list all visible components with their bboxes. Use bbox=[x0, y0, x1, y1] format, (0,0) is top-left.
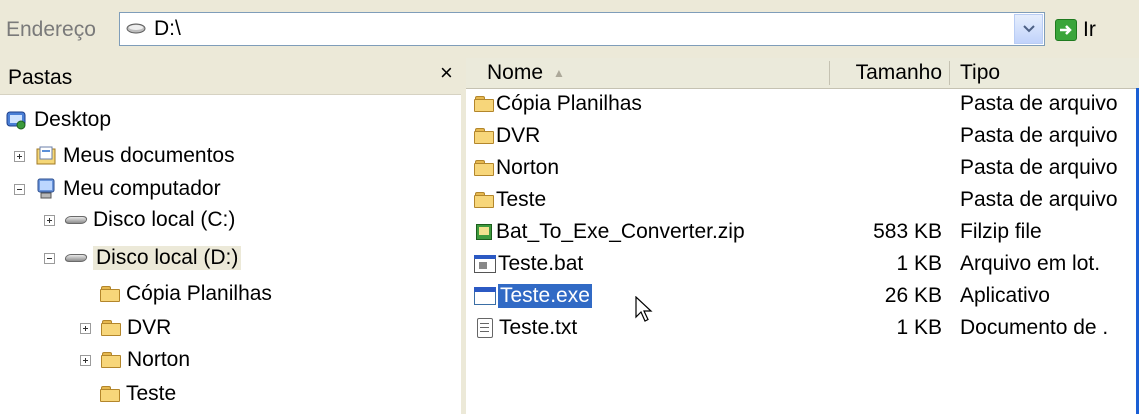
mouse-cursor-icon bbox=[635, 296, 653, 322]
desktop-icon bbox=[6, 111, 26, 130]
address-value: D:\ bbox=[154, 17, 181, 40]
file-name: Teste.exe bbox=[498, 284, 592, 308]
tree-item-drive-c[interactable]: Disco local (C:) bbox=[44, 204, 235, 236]
list-item[interactable]: Bat_To_Exe_Converter.zip 583 KB Filzip f… bbox=[466, 216, 1139, 248]
tree-item-label: DVR bbox=[127, 316, 172, 339]
folder-icon bbox=[474, 128, 494, 144]
column-header-bar: Nome ▲ Tamanho Tipo bbox=[466, 58, 1139, 89]
tree-item-label: Meu computador bbox=[63, 177, 221, 200]
file-size: 26 KB bbox=[884, 284, 942, 307]
collapse-icon[interactable] bbox=[44, 252, 55, 264]
file-list: Nome ▲ Tamanho Tipo Cópia Planilhas Past… bbox=[466, 58, 1139, 414]
list-item[interactable]: Teste Pasta de arquivo bbox=[466, 184, 1139, 216]
file-name: Teste bbox=[496, 188, 547, 211]
file-size bbox=[830, 184, 942, 216]
file-size bbox=[830, 152, 942, 184]
file-size bbox=[830, 88, 942, 120]
folder-icon bbox=[101, 352, 121, 368]
go-label: Ir bbox=[1083, 18, 1096, 41]
folder-icon bbox=[474, 160, 494, 176]
list-item-selected[interactable]: Teste.exe 26 KB Aplicativo bbox=[466, 280, 1139, 312]
file-type: Documento de . bbox=[960, 316, 1109, 339]
address-bar: Endereço D:\ Ir bbox=[0, 0, 1139, 59]
sort-ascending-icon: ▲ bbox=[553, 66, 565, 80]
tree-item-label: Norton bbox=[127, 348, 191, 371]
file-type: Pasta de arquivo bbox=[960, 92, 1118, 115]
file-name: DVR bbox=[496, 124, 541, 147]
close-icon[interactable]: × bbox=[440, 60, 453, 86]
my-computer-icon bbox=[37, 178, 55, 199]
folder-icon bbox=[474, 192, 494, 208]
folder-icon bbox=[100, 386, 120, 402]
tree-item-teste[interactable]: Teste bbox=[100, 378, 176, 410]
address-input[interactable]: D:\ bbox=[119, 12, 1045, 46]
tree-item-label: Desktop bbox=[34, 108, 112, 131]
list-item[interactable]: Teste.txt 1 KB Documento de . bbox=[466, 312, 1139, 344]
list-item[interactable]: Cópia Planilhas Pasta de arquivo bbox=[466, 88, 1139, 120]
tree-item-copia-planilhas[interactable]: Cópia Planilhas bbox=[100, 278, 272, 310]
tree-item-desktop[interactable]: Desktop bbox=[6, 104, 111, 136]
file-name: Bat_To_Exe_Converter.zip bbox=[496, 220, 745, 243]
file-type: Aplicativo bbox=[960, 284, 1050, 307]
column-header-size-label: Tamanho bbox=[855, 61, 942, 84]
file-size: 1 KB bbox=[896, 252, 942, 275]
tree-item-label: Disco local (C:) bbox=[93, 208, 236, 231]
go-arrow-icon bbox=[1055, 19, 1077, 41]
tree-item-label: Meus documentos bbox=[63, 144, 235, 167]
tree-item-label: Teste bbox=[126, 382, 177, 405]
drive-icon bbox=[63, 214, 89, 226]
folder-icon bbox=[101, 320, 121, 336]
column-header-type[interactable]: Tipo bbox=[960, 58, 1130, 88]
address-label: Endereço bbox=[6, 18, 96, 41]
batch-file-icon bbox=[474, 255, 496, 273]
folder-icon bbox=[100, 286, 120, 302]
file-size bbox=[830, 120, 942, 152]
list-item[interactable]: DVR Pasta de arquivo bbox=[466, 120, 1139, 152]
folders-title: Pastas bbox=[8, 66, 73, 89]
application-icon bbox=[474, 287, 496, 305]
tree-item-my-documents[interactable]: Meus documentos bbox=[14, 140, 235, 172]
drive-icon bbox=[126, 23, 146, 34]
tree-item-norton[interactable]: Norton bbox=[80, 344, 190, 376]
my-documents-icon bbox=[36, 146, 56, 165]
column-header-name-label: Nome bbox=[487, 61, 544, 84]
file-size: 583 KB bbox=[873, 220, 942, 243]
file-type: Arquivo em lot. bbox=[960, 252, 1101, 275]
file-name: Teste.txt bbox=[499, 316, 578, 339]
expand-icon[interactable] bbox=[44, 214, 55, 226]
tree-item-drive-d[interactable]: Disco local (D:) bbox=[44, 242, 242, 274]
file-name: Cópia Planilhas bbox=[496, 92, 642, 115]
folder-icon bbox=[474, 96, 494, 112]
file-type: Pasta de arquivo bbox=[960, 188, 1118, 211]
tree-item-dvr[interactable]: DVR bbox=[80, 312, 171, 344]
column-separator[interactable] bbox=[949, 61, 950, 85]
file-name: Norton bbox=[496, 156, 560, 179]
file-type: Filzip file bbox=[960, 220, 1042, 243]
expand-icon[interactable] bbox=[80, 322, 91, 334]
collapse-icon[interactable] bbox=[14, 183, 25, 195]
list-item[interactable]: Teste.bat 1 KB Arquivo em lot. bbox=[466, 248, 1139, 280]
chevron-down-icon bbox=[1022, 25, 1035, 33]
column-header-type-label: Tipo bbox=[960, 61, 1001, 84]
tree-item-my-computer[interactable]: Meu computador bbox=[14, 173, 221, 205]
file-type: Pasta de arquivo bbox=[960, 156, 1118, 179]
tree-item-label: Disco local (D:) bbox=[93, 246, 242, 270]
column-header-name[interactable]: Nome ▲ bbox=[487, 58, 827, 88]
expand-icon[interactable] bbox=[14, 150, 25, 162]
expand-icon[interactable] bbox=[80, 354, 91, 366]
column-header-size[interactable]: Tamanho bbox=[830, 58, 948, 88]
file-name: Teste.bat bbox=[498, 252, 584, 275]
go-button[interactable]: Ir bbox=[1055, 15, 1096, 45]
list-item[interactable]: Norton Pasta de arquivo bbox=[466, 152, 1139, 184]
zip-icon bbox=[474, 222, 494, 242]
file-size: 1 KB bbox=[896, 316, 942, 339]
text-file-icon bbox=[477, 318, 493, 338]
drive-icon bbox=[63, 252, 89, 264]
tree-item-label: Cópia Planilhas bbox=[126, 282, 272, 305]
file-type: Pasta de arquivo bbox=[960, 124, 1118, 147]
address-dropdown-button[interactable] bbox=[1014, 14, 1043, 44]
folders-header: Pastas × bbox=[0, 58, 461, 95]
folders-panel: Pastas × Desktop Meus documentos Meu com… bbox=[0, 58, 461, 414]
